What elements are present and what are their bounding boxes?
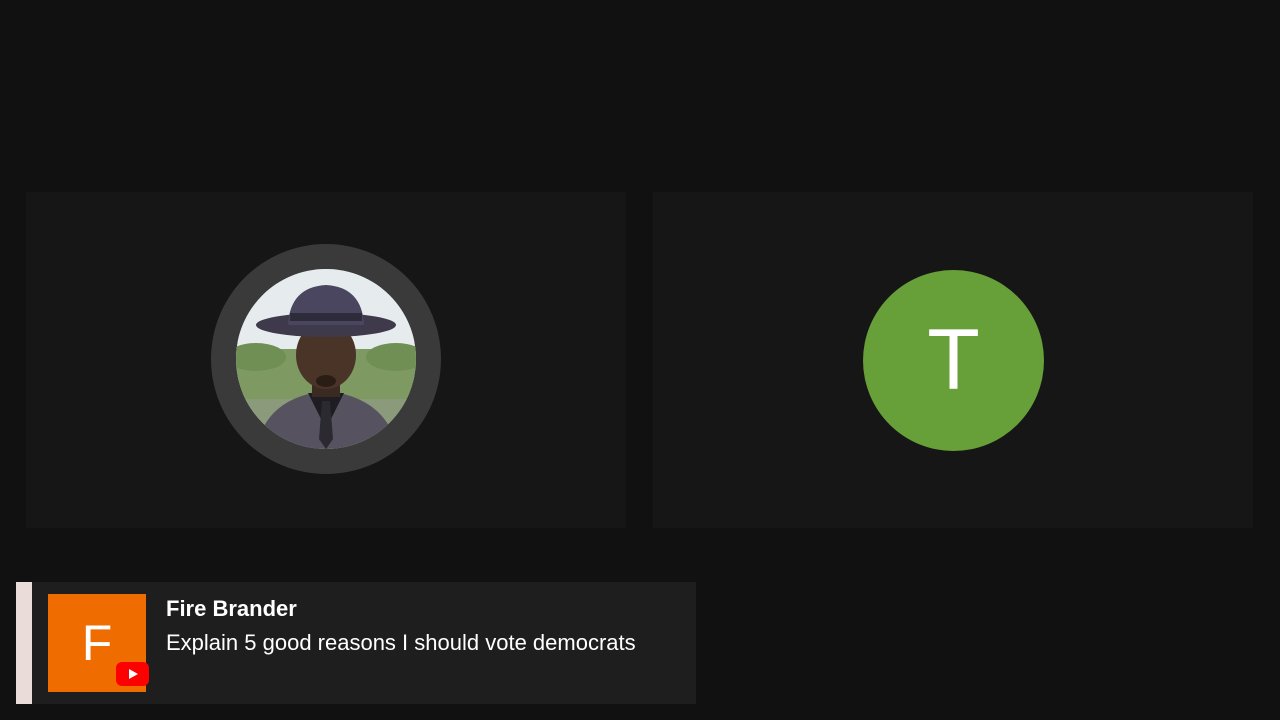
participant-tile-1[interactable]	[26, 192, 626, 528]
youtube-icon	[116, 662, 149, 686]
participant-initial-avatar: T	[863, 270, 1044, 451]
chat-message-text: Explain 5 good reasons I should vote dem…	[166, 630, 636, 655]
chat-message-banner: F Fire Brander Explain 5 good reasons I …	[16, 582, 696, 704]
stream-stage: T F Fire Brander Explain 5 good reasons …	[0, 0, 1280, 720]
chat-author-name: Fire Brander	[166, 596, 297, 621]
participant-tile-2[interactable]: T	[653, 192, 1253, 528]
person-photo-icon	[236, 269, 416, 449]
participant-photo-avatar	[236, 269, 416, 449]
speaking-ring	[211, 244, 441, 474]
banner-accent-bar	[16, 582, 32, 704]
